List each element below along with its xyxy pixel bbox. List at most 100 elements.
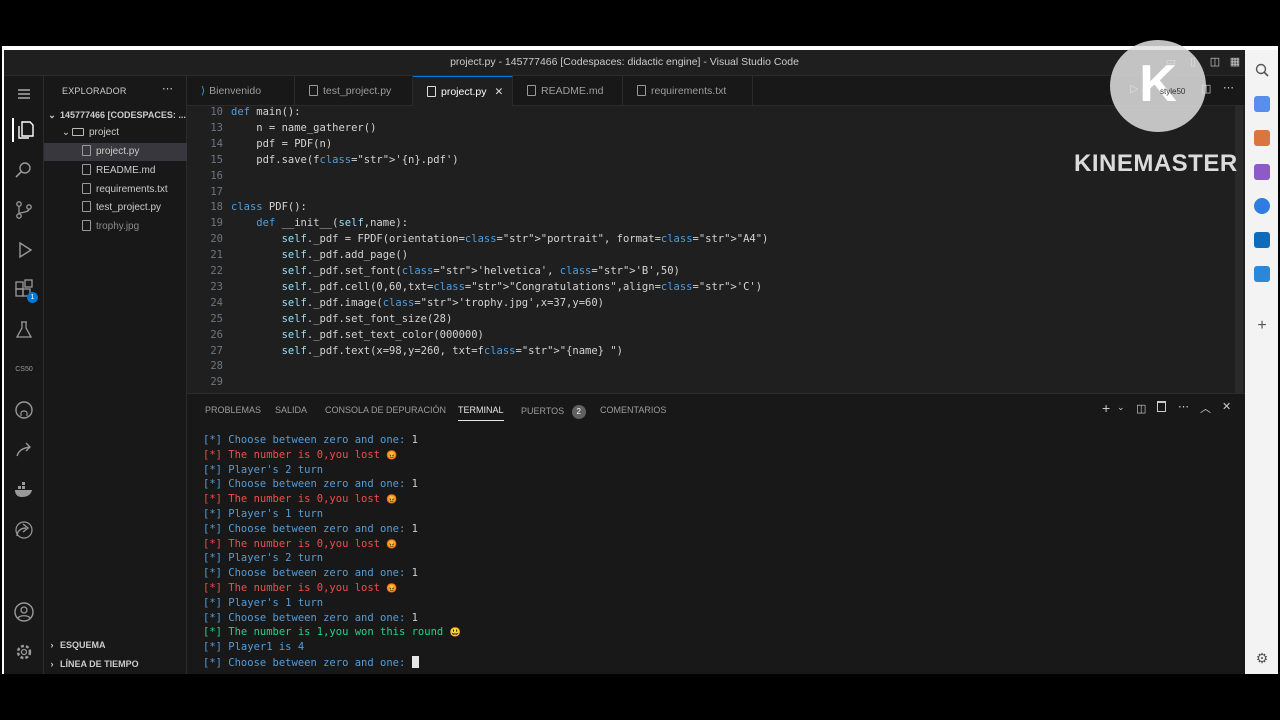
run-debug-icon[interactable] xyxy=(12,238,36,262)
emoji-icon: 😡 xyxy=(386,583,398,594)
live-share-icon[interactable] xyxy=(12,438,36,462)
tab-label: requirements.txt xyxy=(651,85,727,97)
tag-icon[interactable] xyxy=(1254,96,1270,112)
terminal-input: 1 xyxy=(411,611,418,624)
tab-problemas[interactable]: PROBLEMAS xyxy=(205,405,261,415)
terminal-text: [*] Player1 is 4 xyxy=(203,641,305,654)
code-line: self._pdf.set_font_size(28) xyxy=(281,312,453,325)
tab-puertos[interactable]: PUERTOS 2 xyxy=(521,405,586,419)
terminal-line: [*] Player's 2 turn xyxy=(203,552,461,567)
account-icon[interactable] xyxy=(12,600,36,624)
terminal-line: [*] Choose between zero and one: 1 xyxy=(203,434,461,449)
tab-project-py[interactable]: project.py ✕ xyxy=(413,76,513,106)
games-icon[interactable] xyxy=(1254,164,1270,180)
file-icon xyxy=(527,85,536,96)
more-actions-icon[interactable]: ⋯ xyxy=(162,82,173,95)
terminal-line: [*] Player's 2 turn xyxy=(203,464,461,479)
customize-layout-icon[interactable]: ▦ xyxy=(1228,55,1242,69)
new-terminal-icon[interactable]: + xyxy=(1102,400,1110,416)
terminal-text: [*] Player's 1 turn xyxy=(203,507,324,520)
terminal-text: [*] Player's 2 turn xyxy=(203,552,324,565)
code-line: self._pdf = FPDF(orientation=class="str"… xyxy=(281,233,769,246)
explorer-header: EXPLORADOR xyxy=(62,86,127,96)
tab-label: test_project.py xyxy=(323,85,392,97)
more-actions-icon[interactable]: ⋯ xyxy=(1223,81,1234,94)
tab-test-project[interactable]: test_project.py xyxy=(295,76,413,106)
toolbox-icon[interactable] xyxy=(1254,130,1270,146)
timeline-section[interactable]: › LÍNEA DE TIEMPO xyxy=(44,655,187,673)
outlook-icon[interactable] xyxy=(1254,232,1270,248)
line-number: 13 xyxy=(210,121,223,134)
tab-comentarios[interactable]: COMENTARIOS xyxy=(600,405,666,415)
split-terminal-icon[interactable]: ◫ xyxy=(1136,402,1146,415)
chevron-down-icon: ⌄ xyxy=(61,127,71,138)
file-test-project[interactable]: test_project.py xyxy=(44,199,187,217)
extensions-badge: 1 xyxy=(27,292,38,303)
telegram-icon[interactable] xyxy=(1254,266,1270,282)
terminal-cursor xyxy=(411,655,419,668)
cs50-icon[interactable]: CS50 xyxy=(12,358,36,382)
toggle-sidebar-icon[interactable]: ◫ xyxy=(1208,55,1222,69)
close-tab-icon[interactable]: ✕ xyxy=(495,86,504,98)
file-readme[interactable]: README.md xyxy=(44,162,187,180)
docker-icon[interactable] xyxy=(12,478,36,502)
folder-project[interactable]: ⌄ project xyxy=(44,124,187,142)
file-project-py[interactable]: project.py xyxy=(44,143,187,161)
terminal-text: [*] The number is 0,you lost xyxy=(203,537,387,550)
code-line: self._pdf.cell(0,60,txt=class="str">"Con… xyxy=(281,280,763,293)
browser-sidebar: + ⚙ xyxy=(1245,50,1278,674)
workspace-root[interactable]: ⌄ 145777466 [CODESPACES: ... xyxy=(44,106,187,124)
line-number: 14 xyxy=(210,137,223,150)
search-icon[interactable] xyxy=(12,158,36,182)
line-number: 21 xyxy=(210,249,223,262)
tab-salida[interactable]: SALIDA xyxy=(275,405,307,415)
tab-readme[interactable]: README.md xyxy=(513,76,623,106)
terminal-line: [*] Choose between zero and one: 1 xyxy=(203,478,461,493)
terminal-output[interactable]: [*] Choose between zero and one: 1 [*] Th… xyxy=(203,434,461,671)
explorer-icon[interactable] xyxy=(12,118,36,142)
tab-consola[interactable]: CONSOLA DE DEPURACIÓN xyxy=(325,405,446,415)
chevron-down-icon[interactable]: ⌄ xyxy=(1117,402,1125,413)
maximize-panel-icon[interactable]: ︿ xyxy=(1200,400,1211,416)
search-icon[interactable] xyxy=(1254,62,1270,78)
tab-bienvenido[interactable]: ⟩ Bienvenido xyxy=(187,76,295,106)
terminal-text: [*] Choose between zero and one: xyxy=(203,656,412,669)
office-icon[interactable] xyxy=(1254,198,1270,214)
more-actions-icon[interactable]: ⋯ xyxy=(1178,400,1189,413)
folder-project-label: project xyxy=(89,127,120,138)
outline-section[interactable]: › ESQUEMA xyxy=(44,636,187,654)
file-icon xyxy=(82,145,91,156)
line-number: 15 xyxy=(210,153,223,166)
file-requirements[interactable]: requirements.txt xyxy=(44,181,187,199)
close-panel-icon[interactable]: ✕ xyxy=(1222,400,1231,413)
emoji-icon: 😡 xyxy=(386,495,398,506)
terminal-text: [*] Player's 2 turn xyxy=(203,463,324,476)
code-line: self._pdf.set_text_color(000000) xyxy=(281,328,484,341)
terminal-text: [*] The number is 1,you won this round xyxy=(203,626,450,639)
tab-label: Bienvenido xyxy=(209,85,262,97)
menu-icon[interactable] xyxy=(12,82,36,106)
chevron-down-icon: ⌄ xyxy=(48,110,56,120)
emoji-icon: 😡 xyxy=(386,539,398,550)
terminal-line: [*] Choose between zero and one: xyxy=(203,655,461,671)
remote-share-icon[interactable] xyxy=(12,518,36,542)
settings-gear-icon[interactable]: ⚙ xyxy=(1254,650,1270,666)
screen: project.py - 145777466 [Codespaces: dida… xyxy=(2,46,1278,674)
trash-icon[interactable] xyxy=(1157,401,1166,412)
tab-label: project.py xyxy=(441,86,487,98)
title-bar: project.py - 145777466 [Codespaces: dida… xyxy=(4,50,1245,76)
file-trophy[interactable]: trophy.jpg xyxy=(44,218,187,236)
extensions-icon[interactable]: 1 xyxy=(12,278,38,303)
tab-terminal[interactable]: TERMINAL xyxy=(458,405,504,421)
file-label: README.md xyxy=(96,165,156,176)
tab-requirements[interactable]: requirements.txt xyxy=(623,76,753,106)
code-line: self._pdf.image(class="str">'trophy.jpg'… xyxy=(281,296,604,309)
testing-icon[interactable] xyxy=(12,318,36,342)
github-icon[interactable] xyxy=(12,398,36,422)
settings-gear-icon[interactable] xyxy=(12,640,36,664)
vscode-logo-icon: ⟩ xyxy=(201,85,206,97)
add-icon[interactable]: + xyxy=(1254,318,1270,334)
source-control-icon[interactable] xyxy=(12,198,36,222)
folder-icon xyxy=(72,128,84,136)
kinemaster-logo-letter: K xyxy=(1139,55,1177,113)
